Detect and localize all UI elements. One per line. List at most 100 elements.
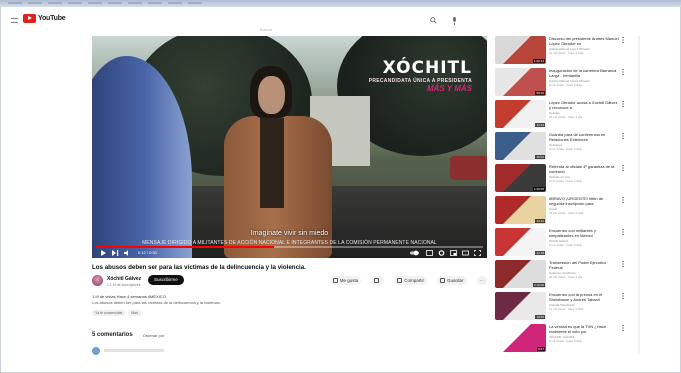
comments-header: 5 comentarios Ordenar por: [92, 332, 164, 338]
video-thumbnail[interactable]: 1:20:05: [495, 164, 546, 192]
recommended-video[interactable]: 22:18 Encuentro con militantes y simpatiz…: [495, 228, 624, 258]
video-meta: 6 mil vistas · hace 6 días: [549, 339, 583, 343]
search-icon[interactable]: [430, 17, 437, 24]
video-caption: Imagínate vivir sin miedo: [250, 230, 329, 237]
description-tag[interactable]: Más: [128, 310, 141, 316]
recommended-video[interactable]: 1:20:05 Refrenta al oficiale 4º garantiza…: [495, 164, 624, 194]
save-button[interactable]: Guardar: [436, 276, 467, 285]
captions-icon[interactable]: [426, 250, 433, 256]
save-label: Guardar: [446, 278, 464, 283]
video-title-link[interactable]: Encuentro con militantes y simpatizantes…: [549, 228, 619, 238]
video-title-link[interactable]: Transmisión del Poder Ejecutivo Federal: [549, 260, 619, 270]
video-meta: 5 mil vistas · hace 6 días: [549, 147, 583, 151]
video-meta: 8 mil vistas · hace 3 días: [549, 83, 583, 87]
more-vert-icon[interactable]: [622, 197, 624, 203]
video-thumbnail[interactable]: 22:18: [495, 228, 546, 256]
miniplayer-icon[interactable]: [450, 250, 457, 256]
description-box[interactable]: 1 M de vistas Hace 4 semanas #MÉXICO Los…: [92, 294, 332, 324]
video-duration: 9:47: [537, 347, 545, 351]
fullscreen-icon[interactable]: [474, 250, 481, 256]
video-thumbnail[interactable]: 58:10: [495, 68, 546, 96]
youtube-play-icon: [23, 14, 36, 23]
subscribe-button[interactable]: Suscribirme: [148, 275, 184, 285]
more-vert-icon[interactable]: [622, 293, 624, 299]
video-red-car: [450, 156, 487, 180]
recommended-video[interactable]: 2:10:00 Transmisión del Poder Ejecutivo F…: [495, 260, 624, 290]
more-vert-icon[interactable]: [622, 229, 624, 235]
recommended-video[interactable]: 9:47 La verdad es que la TVN ¿Hace realme…: [495, 324, 624, 354]
video-thumbnail[interactable]: 1:02:14: [495, 36, 546, 64]
video-thumbnail[interactable]: 2:10:00: [495, 260, 546, 288]
progress-bar[interactable]: [96, 246, 483, 248]
share-button[interactable]: Compartir: [394, 276, 427, 285]
thumbs-down-icon: [374, 278, 380, 283]
next-icon[interactable]: [112, 250, 119, 256]
recommended-video[interactable]: 33:40 #BRAVO ¡URGENTE! Mitin de segunda i…: [495, 196, 624, 226]
volume-icon[interactable]: [124, 250, 131, 256]
recommended-video[interactable]: 58:10 Inauguración de la carretera Barran…: [495, 68, 624, 98]
autoplay-toggle-icon[interactable]: [410, 250, 419, 256]
video-title-link[interactable]: Encuentro con la prensa en el Sheinbaum …: [549, 292, 619, 302]
video-title-link[interactable]: #BRAVO ¡URGENTE! Mitin de segunda inscri…: [549, 196, 619, 206]
video-duration: 33:40: [535, 219, 545, 223]
thumbs-up-icon: [332, 278, 338, 283]
person-face: [258, 76, 285, 114]
search-placeholder: Buscar: [260, 27, 273, 32]
dislike-button[interactable]: [371, 276, 385, 285]
video-thumbnail[interactable]: 33:40: [495, 196, 546, 224]
more-vert-icon[interactable]: [622, 133, 624, 139]
video-duration: 1:02:14: [532, 59, 545, 63]
video-thumbnail[interactable]: 45:02: [495, 132, 546, 160]
video-title-link[interactable]: Discurso del presidente Andrés Manuel Ló…: [549, 36, 619, 46]
more-vert-icon[interactable]: [622, 325, 624, 331]
sort-comments-button[interactable]: Ordenar por: [143, 333, 165, 338]
video-title: Los abusos deben ser para las víctimas d…: [92, 264, 306, 271]
theater-mode-icon[interactable]: [462, 250, 469, 256]
description-tag[interactable]: Ya te convenciste: [92, 310, 126, 316]
browser-tab-strip: [0, 0, 681, 7]
video-meta: 30 mil vistas · hace 1 día: [549, 275, 583, 279]
settings-gear-icon[interactable]: [438, 250, 445, 256]
recommended-video[interactable]: 45:02 Guardia para de conferencia en Rela…: [495, 132, 624, 162]
youtube-logo[interactable]: YouTube: [23, 14, 66, 23]
scrollbar[interactable]: [638, 36, 640, 354]
video-title-link[interactable]: La verdad es que la TVN ¿Hace realmente …: [549, 324, 619, 334]
play-icon[interactable]: [100, 250, 107, 256]
recommended-video[interactable]: 1:02:14 Discurso del presidente Andrés Ma…: [495, 36, 624, 66]
microphone-icon[interactable]: [452, 17, 457, 25]
save-icon: [439, 278, 445, 283]
video-player[interactable]: XÓCHITL PRECANDIDATA ÚNICA A PRESIDENTA …: [92, 36, 487, 258]
more-vert-icon[interactable]: [622, 261, 624, 267]
video-duration: 18:55: [535, 315, 545, 319]
share-label: Compartir: [404, 278, 424, 283]
video-title-link[interactable]: Guardia para de conferencia en Relacione…: [549, 132, 619, 142]
video-title-link[interactable]: Refrenta al oficiale 4º garantiza de la …: [549, 164, 619, 174]
video-title-link[interactable]: Inauguración de la carretera Barranca La…: [549, 68, 619, 78]
video-thumbnail[interactable]: 18:55: [495, 292, 546, 320]
more-vert-icon[interactable]: [622, 165, 624, 171]
more-vert-icon[interactable]: [622, 101, 624, 107]
video-duration: 1:20:05: [532, 187, 545, 191]
video-thumbnail[interactable]: 12:34: [495, 100, 546, 128]
add-comment-input[interactable]: [104, 349, 164, 352]
recommended-video[interactable]: 12:34 López Obrador acusa a Xóchitl Gálve…: [495, 100, 624, 130]
like-label: Me gusta: [339, 278, 359, 283]
menu-icon[interactable]: [11, 18, 18, 23]
video-meta: 3 mil vistas · hace 4 días: [549, 179, 583, 183]
comment-count: 5 comentarios: [92, 332, 133, 338]
video-thumbnail[interactable]: 9:47: [495, 324, 546, 352]
search-input[interactable]: Buscar: [260, 18, 420, 32]
channel-avatar[interactable]: [92, 275, 103, 286]
more-vert-icon[interactable]: [622, 37, 624, 43]
progress-fill: [96, 246, 275, 248]
user-avatar: [92, 347, 100, 355]
like-button[interactable]: Me gusta: [329, 276, 362, 285]
timecode: 0:12 / 0:30: [138, 250, 157, 255]
brand-name: XÓCHITL: [382, 58, 472, 78]
recommended-video[interactable]: 18:55 Encuentro con la prensa en el Shein…: [495, 292, 624, 322]
video-title-link[interactable]: López Obrador acusa a Xóchitl Gálvez y r…: [549, 100, 619, 110]
more-actions-button[interactable]: ···: [476, 276, 487, 285]
more-vert-icon[interactable]: [622, 69, 624, 75]
channel-row: Xóchitl Gálvez 1.1 M de suscriptores Sus…: [92, 275, 487, 291]
channel-name[interactable]: Xóchitl Gálvez: [107, 276, 141, 282]
